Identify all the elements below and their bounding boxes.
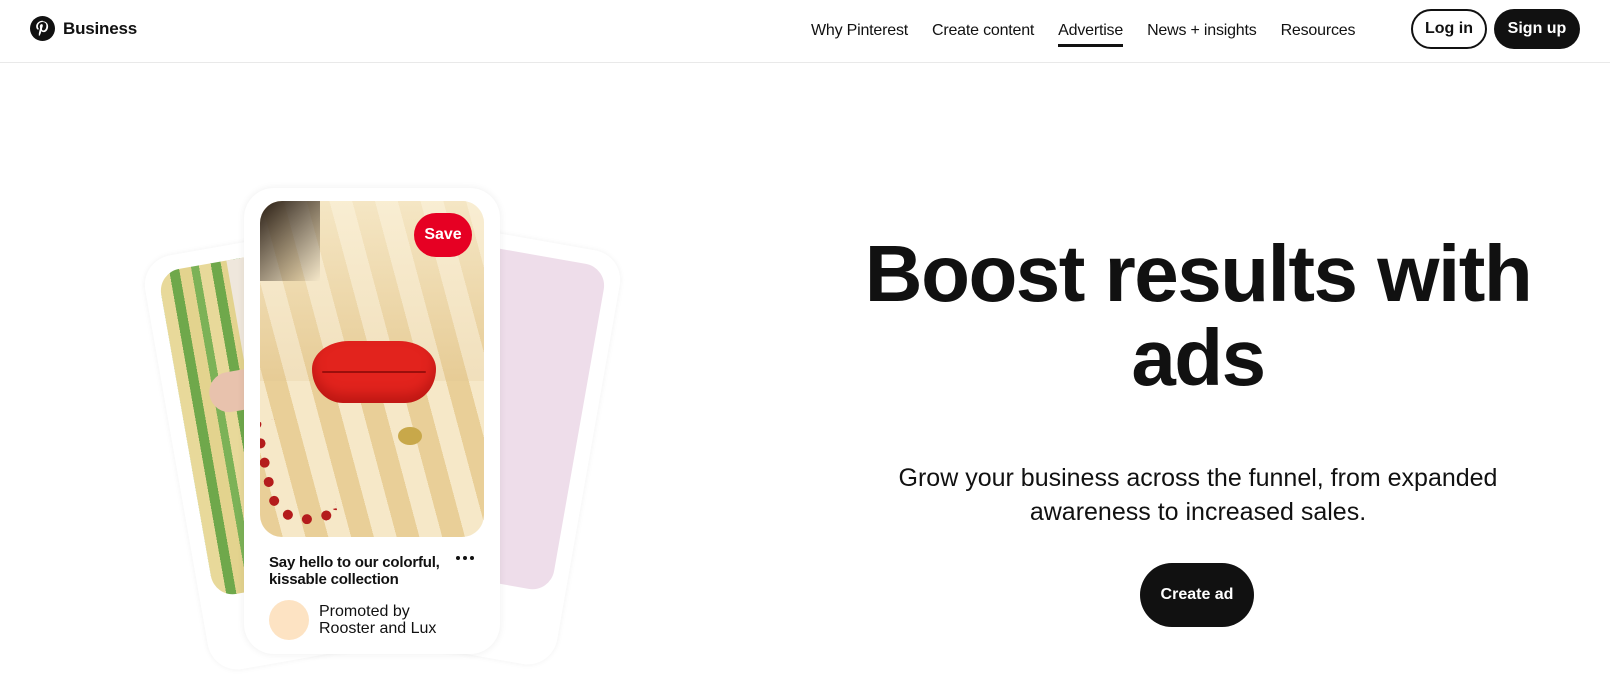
pin-promoter: Promoted by Rooster and Lux — [269, 600, 436, 640]
brand-label: Business — [63, 18, 137, 38]
nav-resources[interactable]: Resources — [1281, 18, 1356, 44]
promoted-by-label: Promoted by — [319, 603, 410, 620]
main-nav: Why Pinterest Create content Advertise N… — [811, 0, 1379, 62]
signup-button[interactable]: Sign up — [1494, 9, 1580, 49]
create-ad-button[interactable]: Create ad — [1140, 563, 1254, 627]
advertiser-name: Rooster and Lux — [319, 620, 437, 637]
nav-why-pinterest[interactable]: Why Pinterest — [811, 18, 908, 44]
pin-preview-stack: Save Say hello to our colorful, kissable… — [140, 180, 625, 675]
advertiser-avatar — [269, 600, 309, 640]
login-button[interactable]: Log in — [1411, 9, 1487, 49]
nav-news-insights[interactable]: News + insights — [1147, 18, 1257, 44]
featured-pin-card[interactable]: Save Say hello to our colorful, kissable… — [244, 188, 500, 654]
pinterest-logo-icon — [30, 16, 55, 41]
nav-advertise[interactable]: Advertise — [1058, 18, 1123, 47]
pin-save-button[interactable]: Save — [414, 213, 472, 257]
nav-create-content[interactable]: Create content — [932, 18, 1034, 44]
hero-subtitle: Grow your business across the funnel, fr… — [898, 464, 1498, 526]
site-header: Business Why Pinterest Create content Ad… — [0, 0, 1610, 63]
brand-logo-link[interactable]: Business — [30, 16, 137, 41]
hero-title: Boost results with ads — [864, 229, 1533, 402]
ellipsis-icon[interactable] — [452, 550, 478, 566]
pin-title: Say hello to our colorful, kissable coll… — [269, 554, 440, 588]
pin-image-lips-phone: Save — [260, 201, 484, 537]
